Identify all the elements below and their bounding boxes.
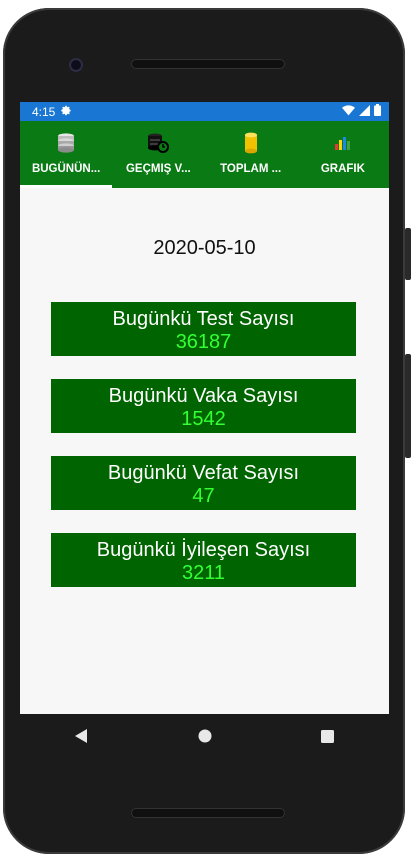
signal-icon [359,104,370,119]
back-triangle-icon[interactable] [67,721,97,751]
test-count-card: Bugünkü Test Sayısı 36187 [51,302,356,356]
card-title: Bugünkü Vefat Sayısı [107,462,300,484]
card-title: Bugünkü Vaka Sayısı [108,385,299,407]
recents-square-icon[interactable] [313,721,343,751]
card-title: Bugünkü Test Sayısı [112,308,295,330]
tab-grafik[interactable]: GRAFIK [297,121,389,188]
card-value: 47 [192,485,215,507]
tab-toplam[interactable]: TOPLAM ... [205,121,297,188]
case-count-card: Bugünkü Vaka Sayısı 1542 [51,379,356,433]
power-button [405,354,411,458]
tab-label: TOPLAM ... [220,163,282,175]
death-count-card: Bugünkü Vefat Sayısı 47 [51,456,356,510]
tab-bar: BUGÜNÜN... GEÇMIŞ V... TOPLAM ... GRAFIK [20,121,389,188]
tab-label: GEÇMIŞ V... [125,163,191,175]
card-value: 36187 [175,331,232,353]
gear-icon [61,105,72,119]
status-time: 4:15 [32,104,56,119]
front-camera [69,58,83,72]
wifi-icon [342,104,355,119]
tab-bugunun[interactable]: BUGÜNÜN... [20,121,113,188]
app-screen: 4:15 BUGÜNÜN... GEÇMIŞ V... TOPLAM ... G… [20,102,389,714]
date-row: 2020-05-10 [20,237,389,260]
top-speaker [131,59,285,69]
bar-chart-icon [334,132,352,154]
cylinder-icon [244,132,258,154]
tab-gecmis[interactable]: GEÇMIŞ V... [112,121,204,188]
home-circle-icon[interactable] [190,721,220,751]
recovered-count-card: Bugünkü İyileşen Sayısı 3211 [51,533,356,587]
battery-icon [374,104,381,119]
card-value: 3211 [181,562,225,584]
date-label: 2020-05-10 [153,237,256,259]
card-value: 1542 [181,408,226,430]
volume-button [405,228,411,280]
bottom-speaker [131,808,285,818]
tab-label: BUGÜNÜN... [31,163,101,175]
status-bar: 4:15 [20,102,389,121]
system-nav-bar [20,714,389,758]
database-icon [57,132,75,154]
tab-label: GRAFIK [320,163,365,175]
database-history-icon [147,132,170,154]
card-title: Bugünkü İyileşen Sayısı [96,539,311,561]
content-area: 2020-05-10 Bugünkü Test Sayısı 36187 Bug… [20,188,389,714]
